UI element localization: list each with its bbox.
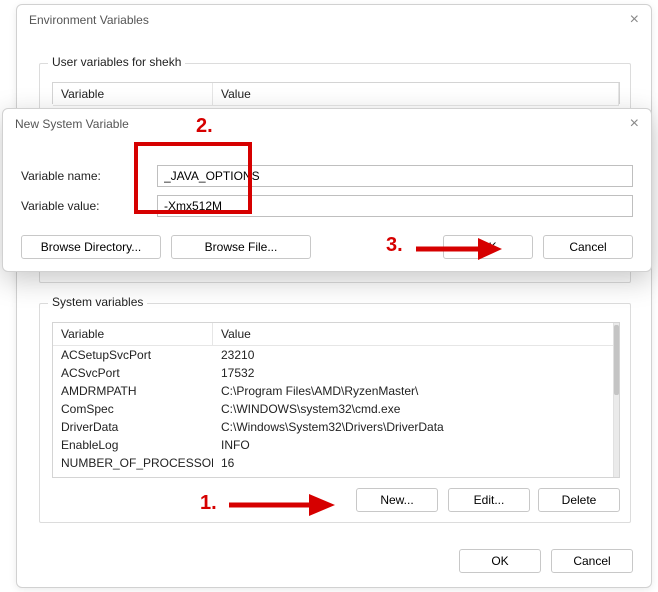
- edit-button[interactable]: Edit...: [448, 488, 530, 512]
- env-titlebar: Environment Variables ×: [17, 5, 651, 35]
- variable-name-label: Variable name:: [21, 169, 157, 183]
- system-variables-table: Variable Value ACSetupSvcPort23210ACSvcP…: [52, 322, 620, 478]
- table-row[interactable]: AMDRMPATHC:\Program Files\AMD\RyzenMaste…: [53, 382, 619, 400]
- table-row[interactable]: ACSetupSvcPort23210: [53, 346, 619, 364]
- table-row[interactable]: ComSpecC:\WINDOWS\system32\cmd.exe: [53, 400, 619, 418]
- variable-name-input[interactable]: [157, 165, 633, 187]
- cell-variable: AMDRMPATH: [53, 382, 213, 400]
- sys-table-header: Variable Value: [53, 323, 619, 346]
- new-button[interactable]: New...: [356, 488, 438, 512]
- newvar-cancel-button[interactable]: Cancel: [543, 235, 633, 259]
- newvar-ok-button[interactable]: OK: [443, 235, 533, 259]
- cell-variable: ACSetupSvcPort: [53, 346, 213, 364]
- cell-value: 16: [213, 454, 619, 472]
- sys-col-variable[interactable]: Variable: [53, 323, 213, 345]
- cell-variable: DriverData: [53, 418, 213, 436]
- variable-name-row: Variable name:: [21, 165, 633, 187]
- newvar-titlebar: New System Variable ×: [3, 109, 651, 139]
- sys-scroll-thumb[interactable]: [614, 325, 619, 395]
- system-variables-group: System variables Variable Value ACSetupS…: [39, 303, 631, 523]
- user-variables-table: Variable Value: [52, 82, 620, 104]
- user-group-legend: User variables for shekh: [48, 55, 185, 69]
- environment-variables-window: Environment Variables × User variables f…: [16, 4, 652, 588]
- browse-directory-button[interactable]: Browse Directory...: [21, 235, 161, 259]
- cell-value: 17532: [213, 364, 619, 382]
- cell-value: C:\Program Files\AMD\RyzenMaster\: [213, 382, 619, 400]
- table-row[interactable]: NUMBER_OF_PROCESSORS16: [53, 454, 619, 472]
- cell-variable: ACSvcPort: [53, 364, 213, 382]
- sys-table-body[interactable]: ACSetupSvcPort23210ACSvcPort17532AMDRMPA…: [53, 346, 619, 472]
- annotation-number-3: 3.: [386, 234, 403, 257]
- variable-value-input[interactable]: [157, 195, 633, 217]
- env-title: Environment Variables: [29, 13, 149, 27]
- user-col-value[interactable]: Value: [213, 83, 619, 105]
- browse-file-button[interactable]: Browse File...: [171, 235, 311, 259]
- close-icon[interactable]: ×: [630, 115, 639, 133]
- env-cancel-button[interactable]: Cancel: [551, 549, 633, 573]
- cell-value: INFO: [213, 436, 619, 454]
- annotation-number-2: 2.: [196, 115, 213, 138]
- table-row[interactable]: DriverDataC:\Windows\System32\Drivers\Dr…: [53, 418, 619, 436]
- table-row[interactable]: EnableLogINFO: [53, 436, 619, 454]
- user-table-header: Variable Value: [53, 83, 619, 106]
- newvar-title: New System Variable: [15, 117, 129, 131]
- delete-button[interactable]: Delete: [538, 488, 620, 512]
- variable-value-label: Variable value:: [21, 199, 157, 213]
- close-icon[interactable]: ×: [630, 11, 639, 29]
- sys-col-value[interactable]: Value: [213, 323, 619, 345]
- annotation-number-1: 1.: [200, 492, 217, 515]
- table-row[interactable]: ACSvcPort17532: [53, 364, 619, 382]
- new-system-variable-dialog: New System Variable × Variable name: Var…: [2, 108, 652, 272]
- cell-value: C:\Windows\System32\Drivers\DriverData: [213, 418, 619, 436]
- sys-scrollbar[interactable]: [613, 323, 619, 477]
- sys-group-legend: System variables: [48, 295, 147, 309]
- cell-variable: EnableLog: [53, 436, 213, 454]
- cell-value: C:\WINDOWS\system32\cmd.exe: [213, 400, 619, 418]
- cell-variable: NUMBER_OF_PROCESSORS: [53, 454, 213, 472]
- cell-variable: ComSpec: [53, 400, 213, 418]
- env-ok-button[interactable]: OK: [459, 549, 541, 573]
- user-col-variable[interactable]: Variable: [53, 83, 213, 105]
- variable-value-row: Variable value:: [21, 195, 633, 217]
- cell-value: 23210: [213, 346, 619, 364]
